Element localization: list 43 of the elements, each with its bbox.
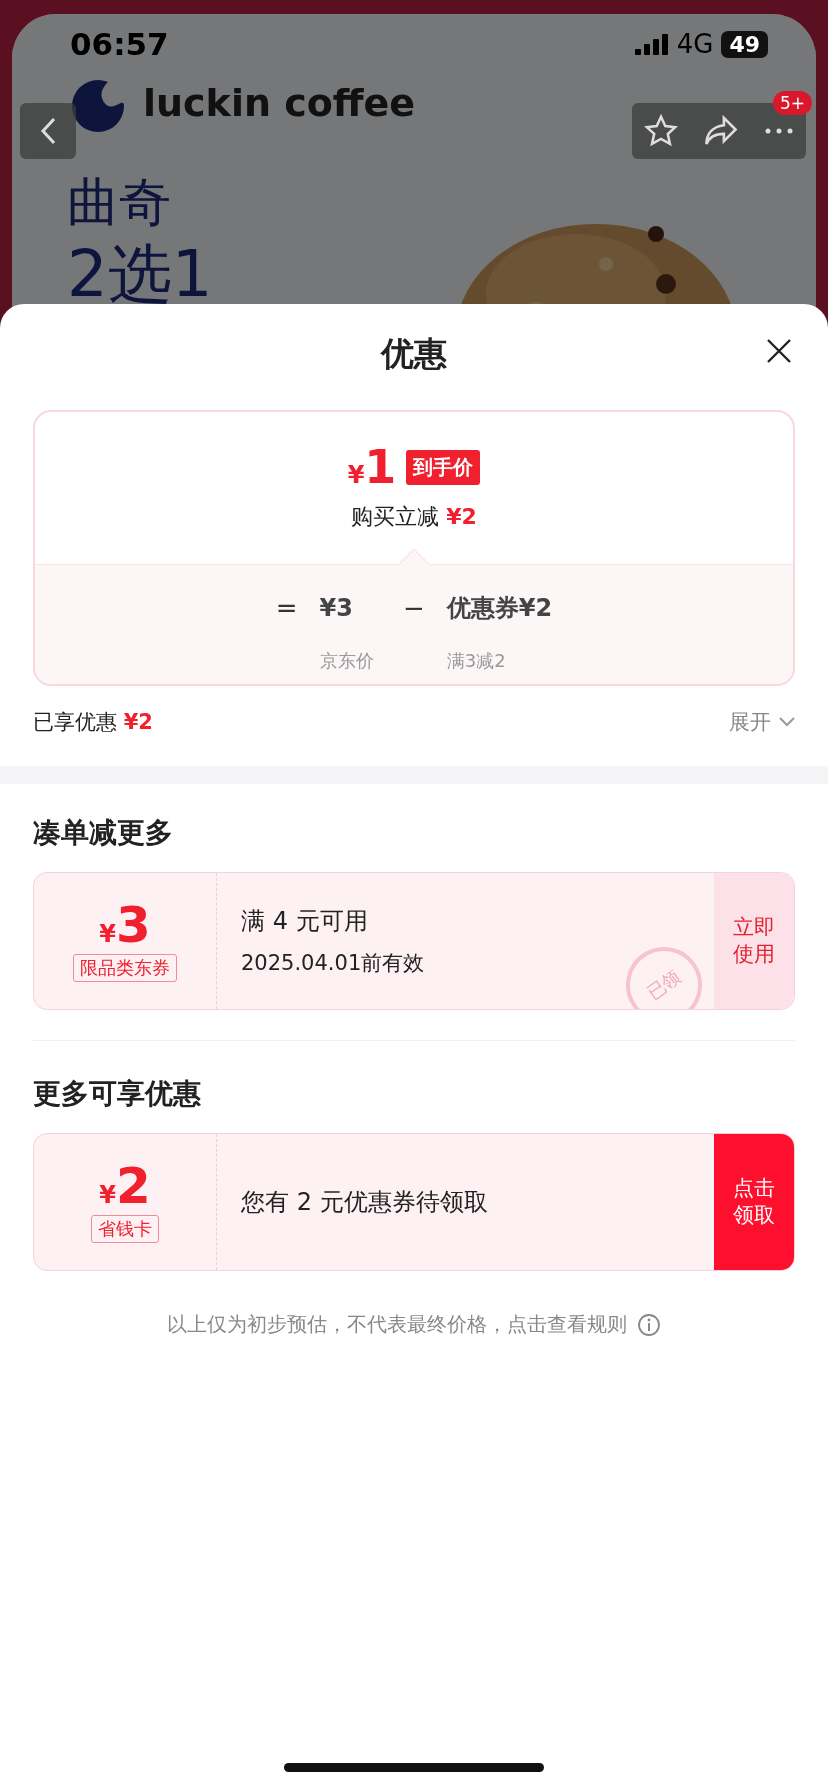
expand-toggle[interactable]: 展开 (729, 708, 795, 736)
signal-icon (634, 33, 669, 55)
headline: 曲奇 (67, 174, 172, 232)
close-icon (766, 338, 792, 364)
close-button[interactable] (766, 338, 792, 364)
price-tag: 到手价 (406, 449, 481, 485)
back-button[interactable] (20, 103, 76, 159)
use-button[interactable]: 立即使用 (714, 873, 794, 1009)
section-title: 更多可享优惠 (33, 1076, 202, 1112)
discount-text: 购买立减 ¥2 (351, 503, 477, 531)
disclaimer-text: 以上仅为初步预估，不代表最终价格，点击查看规则 (167, 1311, 627, 1338)
section-title: 凑单减更多 (33, 815, 174, 851)
coupon-expiry: 2025.04.01前有效 (241, 950, 426, 977)
coupon-amount: ¥2 (99, 1161, 151, 1211)
claim-button[interactable]: 点击领取 (714, 1134, 794, 1270)
coupon-rule: 满3减2 (446, 649, 507, 674)
info-icon[interactable] (637, 1312, 661, 1337)
final-price: ¥1 (347, 444, 397, 490)
status-time: 06:57 (70, 26, 169, 62)
back-icon (40, 117, 56, 145)
share-icon (703, 115, 739, 147)
headline: 2选1 (67, 239, 214, 310)
network-type: 4G (676, 29, 714, 59)
equals-sign: = (275, 592, 298, 623)
saved-amount: 已享优惠 ¥2 (33, 709, 153, 736)
star-icon (644, 114, 679, 148)
base-price-label: 京东价 (319, 649, 375, 674)
share-button[interactable] (703, 115, 739, 147)
coupon-tag: 限品类东券 (73, 954, 177, 982)
favorite-button[interactable] (644, 114, 679, 148)
coupon-condition: 满 4 元可用 (241, 906, 369, 937)
sheet-title: 优惠 (381, 332, 447, 375)
battery-level: 49 (721, 30, 768, 58)
base-price: ¥3 (319, 593, 353, 622)
coupon-tag: 省钱卡 (91, 1215, 159, 1243)
more-button[interactable] (763, 127, 794, 135)
notification-badge: 5+ (772, 91, 812, 115)
coupon-value: 优惠券¥2 (446, 592, 553, 624)
more-icon (763, 127, 794, 135)
coupon-amount: ¥3 (99, 900, 151, 950)
coupon-condition: 您有 2 元优惠券待领取 (241, 1187, 489, 1218)
minus-sign: − (403, 592, 425, 623)
brand-name: luckin coffee (143, 81, 416, 125)
